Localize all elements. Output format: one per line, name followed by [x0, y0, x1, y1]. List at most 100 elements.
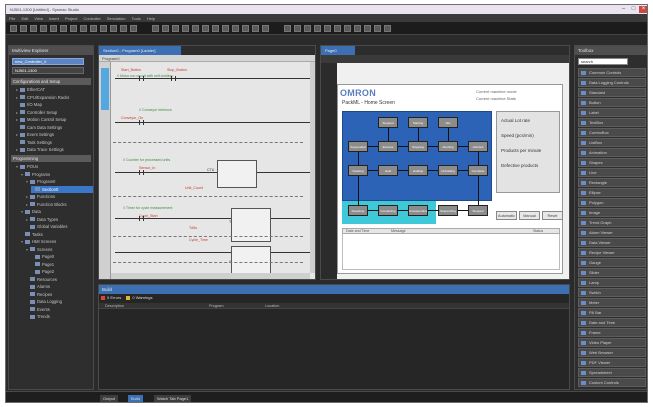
toolbar-button-icon[interactable]	[70, 25, 77, 32]
ladder-vertical-scrollbar[interactable]	[310, 62, 315, 273]
toolbox-item[interactable]: Custom Controls	[578, 378, 646, 387]
toolbar-button-icon[interactable]	[364, 25, 371, 32]
tree-item-task-settings[interactable]: Task Settings	[16, 139, 93, 146]
toolbox-item[interactable]: Button	[578, 98, 646, 107]
toolbar-button-icon[interactable]	[262, 25, 269, 32]
col-description[interactable]: Description	[105, 303, 124, 309]
tree-item-events[interactable]: Events	[26, 306, 93, 313]
toolbar-button-icon[interactable]	[100, 25, 107, 32]
toolbox-item[interactable]: Frame	[578, 328, 646, 337]
minimize-button[interactable]: –	[619, 6, 628, 13]
toolbar-button-icon[interactable]	[90, 25, 97, 32]
warning-filter[interactable]: 0 Warnings	[132, 295, 152, 300]
toolbox-item[interactable]: Animation	[578, 148, 646, 157]
toolbox-item[interactable]: Common Controls	[578, 68, 646, 77]
alarm-list[interactable]	[342, 234, 560, 270]
tree-item-data-trace-settings[interactable]: ▸ Data Trace Settings	[16, 146, 93, 153]
tree-item-program0[interactable]: ▾ Program0	[26, 178, 93, 185]
toolbox-item[interactable]: Switch	[578, 288, 646, 297]
hmi-automatic-button[interactable]: Automatic	[496, 211, 517, 220]
toolbar-button-icon[interactable]	[232, 25, 239, 32]
state-box[interactable]: Completing	[378, 205, 398, 216]
toolbox-item[interactable]: Date and Time	[578, 318, 646, 327]
tab-output[interactable]: Output	[100, 395, 119, 402]
state-box[interactable]: Idle	[438, 117, 458, 128]
toolbar-button-icon[interactable]	[242, 25, 249, 32]
state-box[interactable]: Unholding	[438, 165, 458, 176]
menu-edit[interactable]: Edit	[21, 16, 28, 21]
toolbox-search-input[interactable]: search	[578, 58, 628, 65]
toolbar-button-icon[interactable]	[40, 25, 47, 32]
state-box[interactable]: Aborted	[468, 141, 488, 152]
tree-item-functions[interactable]: ▸ Functions	[26, 193, 93, 200]
contact-icon[interactable]	[143, 216, 144, 221]
toolbox-item[interactable]: Line	[578, 168, 646, 177]
contact-icon[interactable]	[143, 170, 144, 175]
state-box[interactable]: Suspending	[438, 205, 458, 216]
toolbar-button-icon[interactable]	[252, 25, 259, 32]
contact-icon[interactable]	[139, 216, 140, 221]
toolbox-item[interactable]: Label	[578, 108, 646, 117]
toolbox-item[interactable]: Trend Graph	[578, 218, 646, 227]
toolbar-button-icon[interactable]	[60, 25, 67, 32]
state-box[interactable]: Stopped	[378, 117, 398, 128]
toolbar-button-icon[interactable]	[130, 25, 137, 32]
toolbar-button-icon[interactable]	[192, 25, 199, 32]
tree-item-event-settings[interactable]: ▸ Event Settings	[16, 131, 93, 138]
contact-icon[interactable]	[139, 120, 140, 125]
state-box[interactable]: Resetting	[348, 205, 368, 216]
state-box[interactable]: Execute	[378, 141, 398, 152]
contact-icon[interactable]	[139, 170, 140, 175]
tab-build[interactable]: Build	[128, 395, 143, 402]
hmi-reset-button[interactable]: Reset	[542, 211, 563, 220]
menu-help[interactable]: Help	[147, 16, 155, 21]
config-section[interactable]: Configurations and Setup	[11, 78, 91, 85]
menu-file[interactable]: File	[9, 16, 15, 21]
toolbox-item[interactable]: Ellipse	[578, 188, 646, 197]
toolbar-button-icon[interactable]	[10, 25, 17, 32]
toolbox-item[interactable]: Shapes	[578, 158, 646, 167]
toolbar-button-icon[interactable]	[284, 25, 291, 32]
group-combo[interactable]: NJ501-1300	[12, 67, 84, 74]
tree-item-page1[interactable]: Page1	[31, 261, 93, 268]
state-box[interactable]: Holding	[408, 165, 428, 176]
menu-controller[interactable]: Controller	[83, 16, 100, 21]
error-filter[interactable]: 0 Errors	[107, 295, 121, 300]
contact-icon[interactable]	[143, 120, 144, 125]
toolbar-button-icon[interactable]	[384, 25, 391, 32]
toolbox-item[interactable]: Spreadsheet	[578, 368, 646, 377]
toolbox-item[interactable]: Rectangle	[578, 178, 646, 187]
tree-item-motion-control-setup[interactable]: ▸ Motion Control Setup	[16, 116, 93, 123]
tree-item-page2[interactable]: Page2	[31, 268, 93, 275]
toolbox-item[interactable]: Standard	[578, 88, 646, 97]
tree-item-tasks[interactable]: Tasks	[21, 231, 93, 238]
state-box[interactable]: Unsuspending	[408, 205, 428, 216]
toolbar-button-icon[interactable]	[120, 25, 127, 32]
state-box[interactable]: Stopping	[408, 141, 428, 152]
toolbar-button-icon[interactable]	[314, 25, 321, 32]
menu-insert[interactable]: Insert	[49, 16, 59, 21]
state-box[interactable]: Held	[378, 165, 398, 176]
toolbar-button-icon[interactable]	[80, 25, 87, 32]
tree-item-pous[interactable]: ▾ POUs	[16, 163, 93, 170]
tree-item-recipes[interactable]: Recipes	[26, 291, 93, 298]
toolbar-button-icon[interactable]	[354, 25, 361, 32]
tree-item-resources[interactable]: Resources	[26, 276, 93, 283]
function-block[interactable]	[231, 246, 271, 276]
tree-item-page0[interactable]: Page0	[31, 253, 93, 260]
tree-item-screens[interactable]: ▾ Screens	[26, 246, 93, 253]
toolbar-button-icon[interactable]	[222, 25, 229, 32]
toolbar-button-icon[interactable]	[374, 25, 381, 32]
ladder-horizontal-scrollbar[interactable]	[111, 273, 310, 279]
tree-item-data[interactable]: ▾ Data	[21, 208, 93, 215]
contact-icon[interactable]	[139, 76, 140, 81]
tree-item-alarms[interactable]: Alarms	[26, 283, 93, 290]
toolbar-button-icon[interactable]	[334, 25, 341, 32]
toolbox-item[interactable]: Polygon	[578, 198, 646, 207]
toolbox-item[interactable]: ListBox	[578, 138, 646, 147]
contact-icon[interactable]	[175, 76, 176, 81]
hmi-manual-button[interactable]: Manual	[519, 211, 540, 220]
toolbar-button-icon[interactable]	[172, 25, 179, 32]
toolbar-button-icon[interactable]	[152, 25, 159, 32]
toolbox-item[interactable]: ComboBox	[578, 128, 646, 137]
